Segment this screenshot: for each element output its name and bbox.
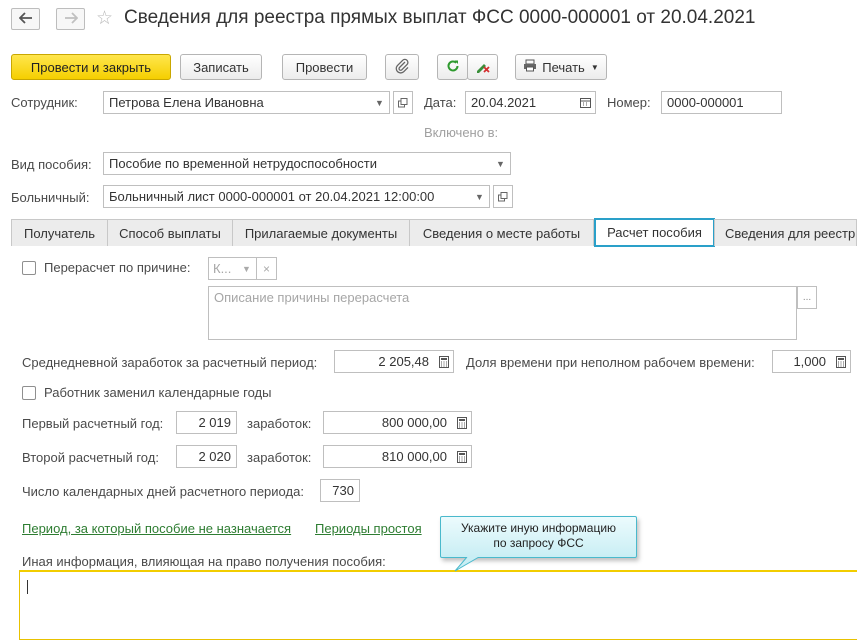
employee-open-button[interactable] [393,91,413,114]
chevron-down-icon: ▼ [475,191,484,202]
page-title: Сведения для реестра прямых выплат ФСС 0… [124,7,756,28]
close-icon: × [262,261,270,276]
forward-button[interactable] [56,8,85,30]
hint-tooltip-line2: по запросу ФСС [493,536,584,550]
second-year-label: Второй расчетный год: [22,450,159,465]
recalc-description-more-button[interactable]: ... [797,286,817,309]
open-icon [498,191,508,202]
sick-leave-dropdown-button[interactable]: ▼ [470,185,490,208]
included-in-label: Включено в: [424,125,499,140]
calendar-days-label: Число календарных дней расчетного период… [22,484,304,499]
open-icon [398,97,408,108]
text-cursor [27,580,28,594]
tab-payment-method[interactable]: Способ выплаты [107,219,233,246]
arrow-right-icon [64,11,78,27]
unpost-icon [475,58,491,77]
calculator-icon [438,355,449,368]
attach-button[interactable] [385,54,419,80]
chevron-down-icon: ▼ [590,62,599,72]
arrow-left-icon [18,11,33,27]
refresh-icon [446,59,460,76]
calendar-days-field[interactable]: 730 [320,479,360,502]
chevron-down-icon: ▼ [375,97,384,108]
post-and-close-button[interactable]: Провести и закрыть [11,54,171,80]
employee-label: Сотрудник: [11,95,78,110]
hint-tooltip: Укажите иную информацию по запросу ФСС [440,516,637,558]
back-button[interactable] [11,8,40,30]
tab-workplace-info[interactable]: Сведения о месте работы [409,219,594,246]
avg-earnings-field[interactable]: 2 205,48 [334,350,435,373]
recalc-reason-clear-button[interactable]: × [257,257,277,280]
number-field[interactable]: 0000-000001 [661,91,782,114]
tab-recipient[interactable]: Получатель [11,219,108,246]
second-earnings-field[interactable]: 810 000,00 [323,445,453,468]
print-button[interactable]: Печать ▼ [515,54,607,80]
cancel-posting-button[interactable] [467,54,498,80]
first-year-field[interactable]: 2 019 [176,411,237,434]
paperclip-icon [395,58,409,77]
first-earnings-field[interactable]: 800 000,00 [323,411,453,434]
recalc-reason-code-field[interactable]: К... [208,257,238,280]
parttime-share-label: Доля времени при неполном рабочем времен… [466,355,755,370]
replaced-years-checkbox[interactable] [22,386,36,400]
sick-leave-label: Больничный: [11,190,90,205]
sick-leave-open-button[interactable] [493,185,513,208]
first-earnings-calculator-button[interactable] [452,411,472,434]
benefit-type-field[interactable]: Пособие по временной нетрудоспособности [103,152,492,175]
employee-field[interactable]: Петрова Елена Ивановна [103,91,371,114]
avg-earnings-calculator-button[interactable] [434,350,454,373]
parttime-share-calculator-button[interactable] [831,350,851,373]
tab-bar: Получатель Способ выплаты Прилагаемые до… [11,218,857,247]
chevron-down-icon: ▼ [242,263,251,274]
benefit-type-dropdown-button[interactable]: ▼ [491,152,511,175]
refresh-button[interactable] [437,54,468,80]
calculator-icon [456,416,467,429]
calculator-icon [456,450,467,463]
parttime-share-field[interactable]: 1,000 [772,350,832,373]
date-label: Дата: [424,95,457,110]
avg-earnings-label: Среднедневной заработок за расчетный пер… [22,355,318,370]
printer-icon [523,59,537,75]
tab-attached-documents[interactable]: Прилагаемые документы [232,219,410,246]
date-field[interactable]: 20.04.2021 [465,91,577,114]
number-label: Номер: [607,95,651,110]
print-label: Печать [542,59,585,75]
second-earnings-label: заработок: [247,450,312,465]
first-year-label: Первый расчетный год: [22,416,164,431]
favorite-star-icon[interactable]: ☆ [96,7,113,30]
post-button[interactable]: Провести [282,54,367,80]
employee-dropdown-button[interactable]: ▼ [370,91,390,114]
second-year-field[interactable]: 2 020 [176,445,237,468]
first-earnings-label: заработок: [247,416,312,431]
calendar-icon [580,97,591,108]
recalc-checkbox[interactable] [22,261,36,275]
recalc-label: Перерасчет по причине: [44,260,191,275]
second-earnings-calculator-button[interactable] [452,445,472,468]
downtime-periods-link[interactable]: Периоды простоя [315,521,422,536]
tab-registry-info[interactable]: Сведения для реестр [714,219,857,246]
calendar-button[interactable] [576,91,596,114]
sick-leave-field[interactable]: Больничный лист 0000-000001 от 20.04.202… [103,185,471,208]
hint-tooltip-pointer [454,557,480,572]
recalc-description-field[interactable]: Описание причины перерасчета [208,286,797,340]
tab-benefit-calculation[interactable]: Расчет пособия [594,218,715,247]
other-info-field[interactable] [19,570,857,640]
ellipsis-icon: ... [802,292,812,303]
recalc-reason-dropdown-button[interactable]: ▼ [237,257,257,280]
period-not-assigned-link[interactable]: Период, за который пособие не назначаетс… [22,521,291,536]
calculator-icon [835,355,846,368]
replaced-years-label: Работник заменил календарные годы [44,385,272,400]
other-info-label: Иная информация, влияющая на право получ… [22,554,386,569]
hint-tooltip-line1: Укажите иную информацию [460,521,617,535]
chevron-down-icon: ▼ [496,158,505,169]
save-button[interactable]: Записать [180,54,262,80]
benefit-type-label: Вид пособия: [11,157,92,172]
